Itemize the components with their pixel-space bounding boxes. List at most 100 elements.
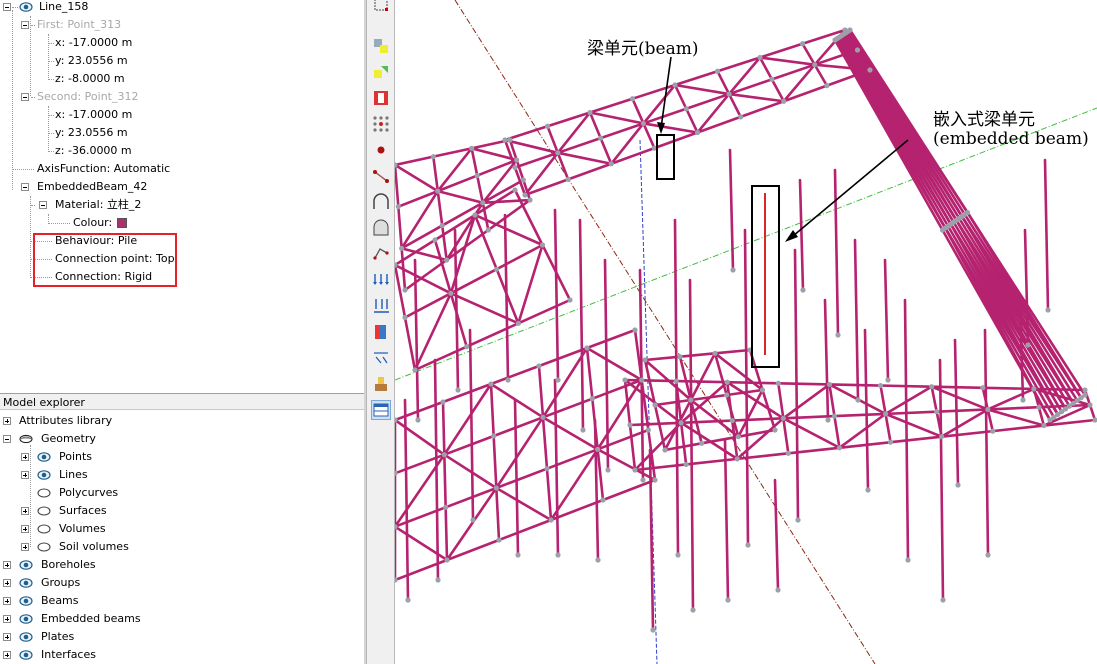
tree-row-embedded-beam[interactable]: EmbeddedBeam_42 [0,178,360,196]
tunnel-designer-icon[interactable] [371,218,391,238]
eye-closed-icon[interactable] [37,540,51,554]
expand-toggle[interactable] [3,651,11,659]
frame-node [905,557,911,563]
eye-icon[interactable] [19,648,33,662]
expand-toggle[interactable] [21,543,29,551]
table-icon[interactable] [371,400,391,420]
eye-icon[interactable] [19,630,33,644]
rotate-icon[interactable] [371,62,391,82]
frame-node [990,428,996,434]
frame-node [726,91,732,97]
frame-node [632,327,638,333]
eye-closed-icon[interactable] [37,522,51,536]
first-z-value: z: -8.0000 m [55,72,125,85]
surface-icon[interactable] [371,322,391,342]
line-load-icon[interactable] [371,296,391,316]
frame-node [929,384,935,390]
eye-closed-icon[interactable] [37,486,51,500]
frame-node [652,477,658,483]
eye-icon[interactable] [19,576,33,590]
model-viewport[interactable]: 梁单元(beam) 嵌入式梁单元 (embedded beam) [395,0,1097,664]
node-grid-icon[interactable] [371,114,391,134]
collapse-toggle[interactable] [21,21,29,29]
eye-icon[interactable] [37,450,51,464]
explorer-item-plates[interactable]: Plates [0,628,360,646]
eye-icon[interactable] [19,612,33,626]
explorer-item-beams[interactable]: Beams [0,592,360,610]
second-z-value: z: -36.0000 m [55,144,132,157]
frame-node [1041,422,1047,429]
point-icon[interactable] [371,140,391,160]
expand-toggle[interactable] [3,579,11,587]
frame-member [475,174,485,205]
eye-closed-icon[interactable] [19,432,33,446]
frame-member [541,416,599,451]
tree-row-second-point[interactable]: Second: Point_312 [0,88,360,106]
expand-toggle[interactable] [3,597,11,605]
frame-member [492,434,498,490]
collapse-toggle[interactable] [3,3,11,11]
frame-node [650,627,656,633]
expand-toggle[interactable] [3,417,11,425]
frame-node [536,363,542,369]
soil-icon[interactable] [371,374,391,394]
eye-icon[interactable] [19,594,33,608]
select-rect-icon[interactable] [371,0,391,14]
collapse-toggle[interactable] [39,201,47,209]
explorer-item-groups[interactable]: Groups [0,574,360,592]
eye-icon[interactable] [19,0,33,14]
expand-toggle[interactable] [21,507,29,515]
structure-3d-view[interactable] [395,0,1097,664]
frame-node [683,461,689,468]
frame-member [481,178,525,205]
tree-row-colour[interactable]: Colour: [0,214,360,232]
collapse-toggle[interactable] [3,435,11,443]
expand-toggle[interactable] [21,453,29,461]
polycurve-icon[interactable] [371,244,391,264]
collapse-toggle[interactable] [21,183,29,191]
eye-closed-icon[interactable] [37,504,51,518]
explorer-item-soil-volumes[interactable]: Soil volumes [0,538,360,556]
frame-member [495,486,501,542]
frame-node [555,377,561,383]
frame-node [645,427,651,433]
delete-icon[interactable] [371,88,391,108]
collapse-toggle[interactable] [21,93,29,101]
explorer-item-geometry[interactable]: Geometry [0,430,360,448]
eye-icon[interactable] [37,468,51,482]
frame-node [712,350,718,356]
explorer-item-volumes[interactable]: Volumes [0,520,360,538]
expand-toggle[interactable] [3,633,11,641]
tree-row-material[interactable]: Material: 立柱_2 [0,196,360,214]
explorer-item-attributes-library[interactable]: Attributes library [0,412,360,430]
expand-toggle[interactable] [21,471,29,479]
expand-toggle[interactable] [21,525,29,533]
explorer-item-boreholes[interactable]: Boreholes [0,556,360,574]
explorer-item-embedded-beams[interactable]: Embedded beams [0,610,360,628]
expand-toggle[interactable] [3,561,11,569]
move-icon[interactable] [371,36,391,56]
explorer-item-polycurves[interactable]: Polycurves [0,484,360,502]
explorer-item-points[interactable]: Points [0,448,360,466]
expand-toggle[interactable] [3,615,11,623]
tree-row-line[interactable]: Line_158 [0,0,360,16]
material-label: Material: 立柱_2 [55,198,142,211]
explorer-item-surfaces[interactable]: Surfaces [0,502,360,520]
frame-member [903,298,910,562]
frame-member [793,248,800,522]
line-icon[interactable] [371,166,391,186]
colour-swatch[interactable] [117,218,127,228]
frame-member [798,178,805,292]
frame-node [640,120,647,127]
prescribed-displacement-icon[interactable] [371,348,391,368]
frame-node [734,456,740,462]
explorer-item-lines[interactable]: Lines [0,466,360,484]
explorer-item-interfaces[interactable]: Interfaces [0,646,360,664]
eye-icon[interactable] [19,558,33,572]
frame-member [443,453,447,509]
frame-member [585,346,643,382]
tunnel-icon[interactable] [371,192,391,212]
frame-member [823,298,830,422]
tree-row-first-point[interactable]: First: Point_313 [0,16,360,34]
distributed-load-icon[interactable] [371,270,391,290]
